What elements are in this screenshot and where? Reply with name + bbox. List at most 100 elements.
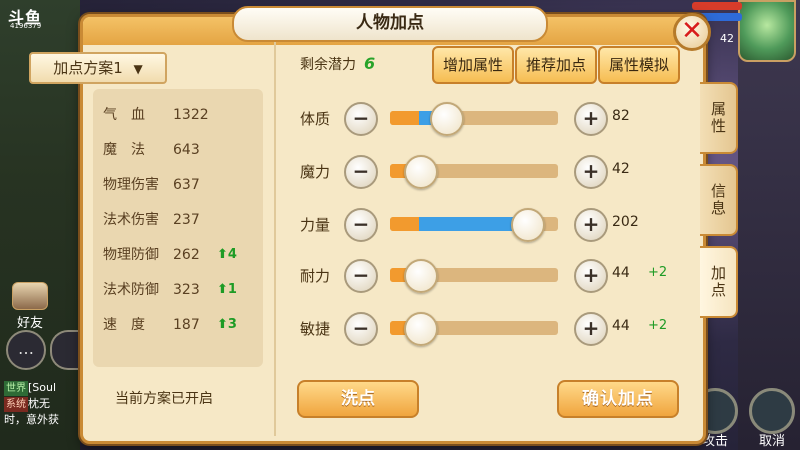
chat-text: 时，意外获 bbox=[4, 413, 59, 426]
attribute-slider[interactable] bbox=[390, 259, 558, 293]
microphone-button[interactable] bbox=[50, 330, 82, 370]
base-points-fill bbox=[390, 217, 419, 231]
attribute-label: 耐力 bbox=[300, 267, 331, 285]
remaining-potential: 剩余潜力 6 bbox=[300, 54, 375, 74]
added-points-fill bbox=[419, 217, 526, 231]
reset-points-button[interactable]: 洗点 bbox=[297, 380, 419, 418]
chat-log: 世界 [Soul 系统 枕无 时，意外获 bbox=[4, 380, 82, 427]
stat-value: 262 bbox=[173, 247, 200, 263]
player-avatar[interactable] bbox=[738, 0, 796, 62]
attribute-row: 敏捷 − +44 +2 bbox=[300, 312, 680, 346]
minus-icon[interactable]: − bbox=[344, 102, 378, 136]
attribute-value: 202 bbox=[612, 214, 639, 230]
chat-text: 枕无 bbox=[28, 397, 50, 410]
stat-value: 187 bbox=[173, 317, 200, 333]
chat-line: 世界 [Soul bbox=[4, 380, 82, 396]
minus-icon[interactable]: − bbox=[344, 208, 378, 242]
confirm-points-button[interactable]: 确认加点 bbox=[557, 380, 679, 418]
stat-row: 气 血 1322 bbox=[93, 103, 263, 127]
tab-add-points[interactable]: 加点 bbox=[700, 246, 738, 318]
plus-icon[interactable]: + bbox=[574, 155, 608, 189]
friend-label: 好友 bbox=[16, 316, 43, 331]
up-arrow-icon: ⬆ bbox=[217, 247, 228, 262]
stat-row: 法术防御 323 ⬆1 bbox=[93, 278, 263, 302]
chevron-down-icon: ▼ bbox=[133, 62, 143, 76]
minus-icon[interactable]: − bbox=[344, 259, 378, 293]
stat-value: 323 bbox=[173, 282, 200, 298]
attribute-label: 力量 bbox=[300, 216, 331, 234]
slider-handle[interactable] bbox=[404, 312, 438, 346]
slider-handle[interactable] bbox=[430, 102, 464, 136]
tab-info[interactable]: 信息 bbox=[700, 164, 738, 236]
attribute-slider[interactable] bbox=[390, 312, 558, 346]
cancel-icon bbox=[749, 388, 795, 434]
stat-label: 物理防御 bbox=[103, 247, 159, 263]
stat-label: 气 血 bbox=[103, 107, 145, 123]
attribute-bonus: +2 bbox=[648, 265, 668, 280]
attribute-row: 耐力 − +44 +2 bbox=[300, 259, 680, 293]
chat-channel-tag: 系统 bbox=[4, 397, 28, 412]
attribute-value: 82 bbox=[612, 108, 630, 124]
stat-increase-value: 4 bbox=[227, 247, 237, 262]
stat-row: 魔 法 643 bbox=[93, 138, 263, 162]
attribute-slider[interactable] bbox=[390, 102, 558, 136]
attack-label: 攻击 bbox=[701, 434, 728, 449]
scheme-label: 加点方案1 bbox=[53, 59, 123, 77]
minus-icon[interactable]: − bbox=[344, 155, 378, 189]
stat-row: 速 度 187 ⬆3 bbox=[93, 313, 263, 337]
friend-button[interactable]: 好友 bbox=[8, 282, 52, 331]
stat-increase-value: 3 bbox=[227, 317, 237, 332]
recommend-points-button[interactable]: 推荐加点 bbox=[515, 46, 597, 84]
up-arrow-icon: ⬆ bbox=[217, 282, 228, 297]
stat-value: 237 bbox=[173, 212, 200, 228]
simulate-attribute-button[interactable]: 属性模拟 bbox=[598, 46, 680, 84]
stat-value: 637 bbox=[173, 177, 200, 193]
stat-label: 法术伤害 bbox=[103, 212, 159, 228]
stat-label: 速 度 bbox=[103, 317, 145, 333]
right-hud bbox=[738, 0, 800, 450]
slider-handle[interactable] bbox=[404, 155, 438, 189]
attribute-slider[interactable] bbox=[390, 155, 558, 189]
chat-bubble-icon[interactable]: … bbox=[6, 330, 46, 370]
hp-bar bbox=[692, 2, 742, 10]
attribute-bonus: +2 bbox=[648, 318, 668, 333]
stats-panel: 气 血 1322 魔 法 643 物理伤害 637 法术伤害 237 物理防御 … bbox=[93, 89, 263, 367]
minus-icon[interactable]: − bbox=[344, 312, 378, 346]
stat-value: 1322 bbox=[173, 107, 209, 123]
dialog-title: 人物加点 bbox=[232, 6, 548, 42]
scheme-status-text: 当前方案已开启 bbox=[115, 391, 213, 407]
attribute-value: 44 bbox=[612, 265, 630, 281]
up-arrow-icon: ⬆ bbox=[217, 317, 228, 332]
plus-icon[interactable]: + bbox=[574, 208, 608, 242]
slider-handle[interactable] bbox=[511, 208, 545, 242]
attribute-label: 敏捷 bbox=[300, 320, 331, 338]
attribute-value: 42 bbox=[612, 161, 630, 177]
attribute-value: 44 bbox=[612, 318, 630, 334]
scheme-dropdown[interactable]: 加点方案1 ▼ bbox=[29, 52, 167, 84]
stat-increase: ⬆3 bbox=[217, 313, 237, 337]
friend-avatar-icon bbox=[12, 282, 48, 310]
add-attribute-button[interactable]: 增加属性 bbox=[432, 46, 514, 84]
close-x-icon[interactable]: ✕ bbox=[673, 13, 711, 51]
stat-value: 643 bbox=[173, 142, 200, 158]
stat-row: 法术伤害 237 bbox=[93, 208, 263, 232]
plus-icon[interactable]: + bbox=[574, 259, 608, 293]
stat-row: 物理伤害 637 bbox=[93, 173, 263, 197]
plus-icon[interactable]: + bbox=[574, 102, 608, 136]
attribute-row: 魔力 − +42 bbox=[300, 155, 680, 189]
stat-label: 法术防御 bbox=[103, 282, 159, 298]
cancel-button[interactable]: 取消 bbox=[748, 388, 796, 449]
stream-room-id: 4196379 bbox=[10, 22, 42, 30]
attribute-slider[interactable] bbox=[390, 208, 558, 242]
tab-attributes[interactable]: 属性 bbox=[700, 82, 738, 154]
potential-value: 6 bbox=[364, 54, 376, 73]
chat-text: [Soul bbox=[28, 381, 57, 394]
chat-line: 时，意外获 bbox=[4, 412, 82, 427]
slider-handle[interactable] bbox=[404, 259, 438, 293]
attribute-label: 魔力 bbox=[300, 163, 331, 181]
chat-line: 系统 枕无 bbox=[4, 396, 82, 412]
stat-increase-value: 1 bbox=[227, 282, 237, 297]
plus-icon[interactable]: + bbox=[574, 312, 608, 346]
stat-label: 魔 法 bbox=[103, 142, 145, 158]
stat-label: 物理伤害 bbox=[103, 177, 159, 193]
